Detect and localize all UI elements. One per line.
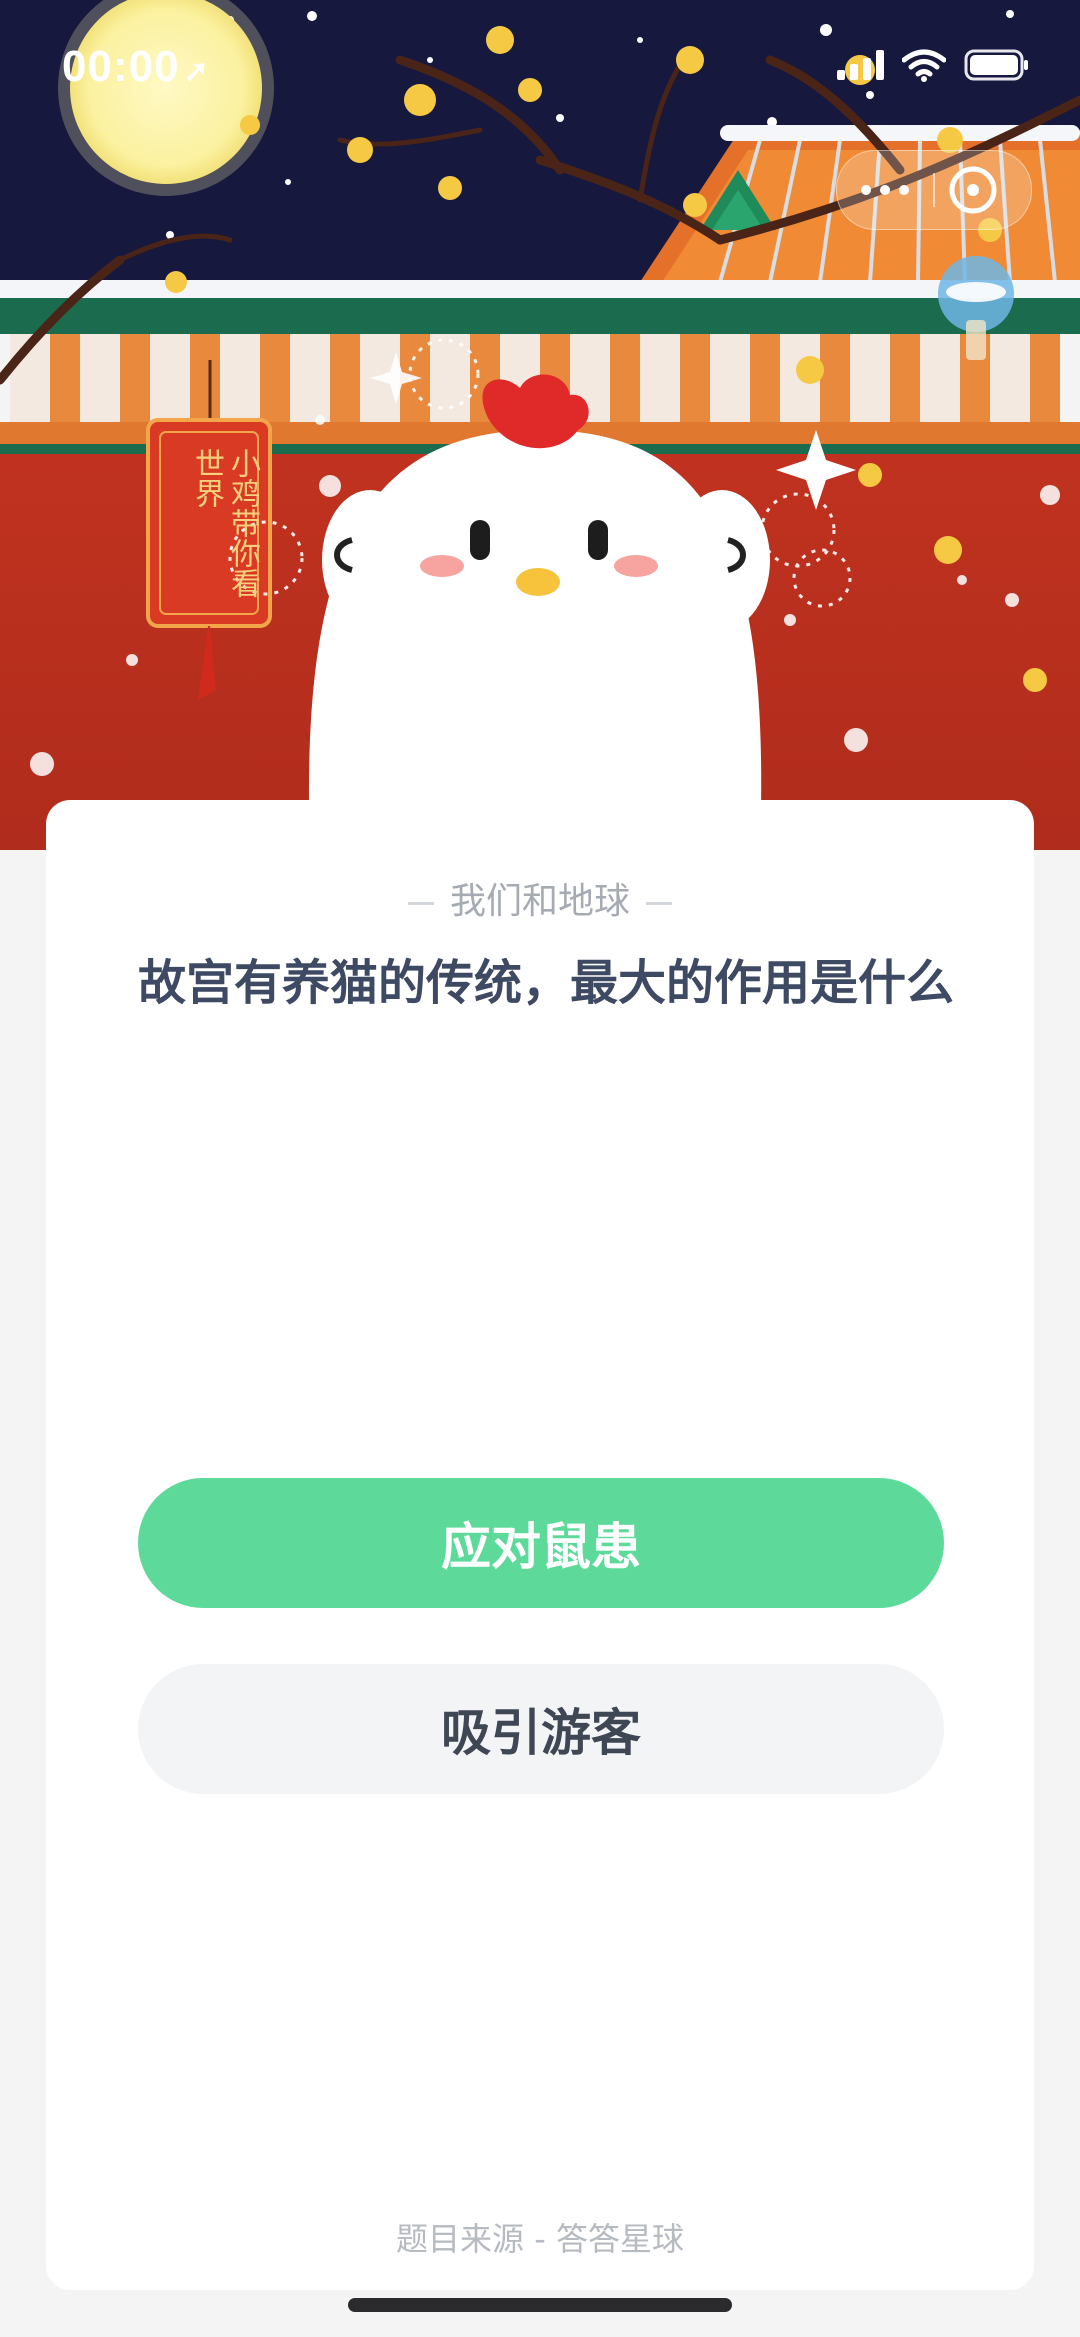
status-time-text: 00:00 (62, 42, 180, 91)
hanging-tag-label: 小鸡带你看世界 (189, 448, 260, 598)
status-time: 00:00 ➚ (62, 42, 210, 92)
location-arrow-icon: ➚ (183, 55, 210, 88)
signal-icon (837, 50, 884, 80)
miniprogram-capsule (836, 150, 1032, 230)
status-icons (837, 48, 1030, 82)
battery-icon (964, 49, 1028, 81)
title-dash-left (407, 901, 434, 905)
more-dots-icon[interactable] (837, 151, 933, 229)
home-indicator (348, 2298, 732, 2312)
category-title: 我们和地球 (46, 872, 1034, 924)
question-card: 我们和地球 故宫有养猫的传统，最大的作用是什么 应对鼠患 吸引游客 题目来源 -… (46, 800, 1034, 2290)
close-circle-icon[interactable] (947, 164, 999, 216)
answer-option-1[interactable]: 应对鼠患 (138, 1478, 944, 1608)
category-title-text: 我们和地球 (449, 881, 630, 922)
capsule-divider (933, 173, 935, 207)
wifi-icon (902, 49, 946, 82)
question-source: 题目来源 - 答答星球 (396, 2220, 684, 2258)
question-text: 故宫有养猫的传统，最大的作用是什么 (138, 955, 955, 1011)
title-dash-right (646, 901, 672, 905)
status-bar: 00:00 ➚ (0, 0, 1080, 130)
answer-option-2[interactable]: 吸引游客 (138, 1664, 944, 1794)
